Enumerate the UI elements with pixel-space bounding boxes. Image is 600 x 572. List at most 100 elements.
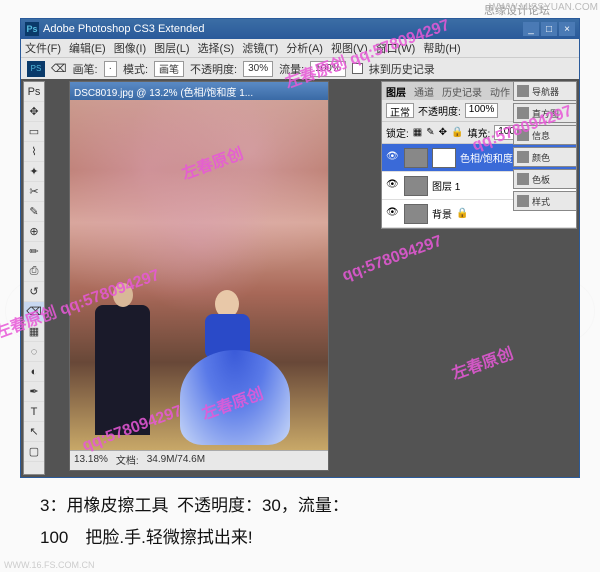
instruction-text: 3：用橡皮擦工具 不透明度：30，流量： 100 把脸.手.轻微擦拭出来! — [40, 490, 580, 554]
document-statusbar: 13.18% 文档: 34.9M/74.6M — [70, 450, 328, 468]
path-tool[interactable]: ↖ — [24, 422, 44, 442]
layer-opacity-input[interactable]: 100% — [465, 103, 499, 118]
stamp-tool[interactable]: ⎙ — [24, 262, 44, 282]
document-canvas[interactable] — [70, 100, 328, 450]
lasso-tool[interactable]: ⌇ — [24, 142, 44, 162]
crop-tool[interactable]: ✂ — [24, 182, 44, 202]
menu-file[interactable]: 文件(F) — [25, 40, 61, 56]
wand-tool[interactable]: ✦ — [24, 162, 44, 182]
filesize-value: 34.9M/74.6M — [147, 454, 205, 465]
ps-icon: PS — [27, 61, 45, 77]
layer-name: 图层 1 — [432, 178, 460, 193]
layer-thumb — [404, 204, 428, 224]
brush-label: 画笔: — [73, 61, 98, 77]
eraser-tool-icon: ⌫ — [51, 62, 67, 75]
eraser-tool[interactable]: ⌫ — [24, 302, 44, 322]
toolbox: Ps ✥ ▭ ⌇ ✦ ✂ ✎ ⊕ ✏ ⎙ ↺ ⌫ ▦ ◌ ◐ ✒ T ↖ ▢ — [23, 81, 45, 475]
minimize-button[interactable]: _ — [523, 22, 539, 36]
image-subject-woman — [185, 290, 295, 445]
menu-analysis[interactable]: 分析(A) — [286, 40, 323, 56]
menu-image[interactable]: 图像(I) — [114, 40, 146, 56]
document-title: DSC8019.jpg @ 13.2% (色相/饱和度 1... — [70, 82, 328, 100]
gradient-tool[interactable]: ▦ — [24, 322, 44, 342]
shape-tool[interactable]: ▢ — [24, 442, 44, 462]
layer-opacity-label: 不透明度: — [418, 103, 461, 118]
dock-swatches[interactable]: 色板 — [513, 169, 577, 189]
menu-window[interactable]: 窗口(W) — [376, 40, 416, 56]
options-bar: PS ⌫ 画笔: · 模式: 画笔 不透明度: 30% 流量: 100% 抹到历… — [21, 57, 579, 79]
brush-picker[interactable]: · — [104, 61, 117, 77]
layer-mask-thumb[interactable] — [432, 148, 456, 168]
ps-logo-icon: Ps — [25, 22, 39, 36]
visibility-icon[interactable]: 👁 — [386, 207, 400, 221]
blend-mode-select[interactable]: 正常 — [386, 103, 414, 118]
lock-position-icon[interactable]: ✥ — [439, 127, 447, 138]
layer-name: 背景 — [432, 206, 452, 221]
dodge-tool[interactable]: ◐ — [24, 362, 44, 382]
lock-icon: 🔒 — [456, 208, 468, 219]
brush-tool[interactable]: ✏ — [24, 242, 44, 262]
tab-actions[interactable]: 动作 — [490, 84, 510, 99]
history-brush-tool[interactable]: ↺ — [24, 282, 44, 302]
close-button[interactable]: × — [559, 22, 575, 36]
menubar: 文件(F) 编辑(E) 图像(I) 图层(L) 选择(S) 滤镜(T) 分析(A… — [21, 39, 579, 57]
blur-tool[interactable]: ◌ — [24, 342, 44, 362]
histogram-icon — [517, 107, 529, 119]
site-url: WWW.MISSYUAN.COM — [489, 2, 598, 13]
menu-help[interactable]: 帮助(H) — [423, 40, 460, 56]
swatches-icon — [517, 173, 529, 185]
window-title: Adobe Photoshop CS3 Extended — [43, 23, 523, 35]
tab-layers[interactable]: 图层 — [386, 84, 406, 99]
visibility-icon[interactable]: 👁 — [386, 179, 400, 193]
menu-filter[interactable]: 滤镜(T) — [242, 40, 278, 56]
right-dock: 导航器 直方图 信息 颜色 色板 样式 — [513, 81, 577, 211]
opacity-label: 不透明度: — [190, 61, 237, 77]
menu-view[interactable]: 视图(V) — [331, 40, 368, 56]
menu-edit[interactable]: 编辑(E) — [69, 40, 106, 56]
dock-color[interactable]: 颜色 — [513, 147, 577, 167]
opacity-input[interactable]: 30% — [243, 61, 273, 77]
zoom-value[interactable]: 13.18% — [74, 454, 108, 465]
lock-pixels-icon[interactable]: ✎ — [426, 127, 434, 138]
layer-thumb — [404, 176, 428, 196]
dock-histogram[interactable]: 直方图 — [513, 103, 577, 123]
mode-select[interactable]: 画笔 — [154, 61, 184, 77]
titlebar: Ps Adobe Photoshop CS3 Extended _ □ × — [21, 19, 579, 39]
pen-tool[interactable]: ✒ — [24, 382, 44, 402]
workspace: Ps ✥ ▭ ⌇ ✦ ✂ ✎ ⊕ ✏ ⎙ ↺ ⌫ ▦ ◌ ◐ ✒ T ↖ ▢ D… — [21, 79, 579, 477]
dock-info[interactable]: 信息 — [513, 125, 577, 145]
lock-label: 锁定: — [386, 125, 409, 140]
document-window: DSC8019.jpg @ 13.2% (色相/饱和度 1... 13.18% … — [69, 81, 329, 471]
image-subject-man — [95, 305, 150, 435]
eyedropper-tool[interactable]: ✎ — [24, 202, 44, 222]
canvas-area: DSC8019.jpg @ 13.2% (色相/饱和度 1... 13.18% … — [47, 79, 379, 477]
menu-layer[interactable]: 图层(L) — [154, 40, 189, 56]
layer-thumb — [404, 148, 428, 168]
tab-channels[interactable]: 通道 — [414, 84, 434, 99]
info-icon — [517, 129, 529, 141]
filesize-label: 文档: — [116, 452, 139, 467]
ps-badge-icon: Ps — [24, 82, 44, 102]
fill-label: 填充: — [467, 125, 490, 140]
photoshop-window: Ps Adobe Photoshop CS3 Extended _ □ × 文件… — [20, 18, 580, 478]
dock-navigator[interactable]: 导航器 — [513, 81, 577, 101]
tab-history[interactable]: 历史记录 — [442, 84, 482, 99]
menu-select[interactable]: 选择(S) — [198, 40, 235, 56]
layer-name: 色相/饱和度 1 — [460, 150, 521, 165]
dock-styles[interactable]: 样式 — [513, 191, 577, 211]
marquee-tool[interactable]: ▭ — [24, 122, 44, 142]
erase-history-checkbox[interactable] — [352, 63, 363, 74]
lock-transparent-icon[interactable]: ▦ — [413, 127, 422, 138]
color-icon — [517, 151, 529, 163]
navigator-icon — [517, 85, 529, 97]
footer-url: WWW.16.FS.COM.CN — [4, 560, 95, 570]
lock-all-icon[interactable]: 🔒 — [451, 127, 463, 138]
flow-label: 流量: — [279, 61, 304, 77]
flow-input[interactable]: 100% — [310, 61, 346, 77]
move-tool[interactable]: ✥ — [24, 102, 44, 122]
heal-tool[interactable]: ⊕ — [24, 222, 44, 242]
maximize-button[interactable]: □ — [541, 22, 557, 36]
mode-label: 模式: — [123, 61, 148, 77]
visibility-icon[interactable]: 👁 — [386, 151, 400, 165]
type-tool[interactable]: T — [24, 402, 44, 422]
